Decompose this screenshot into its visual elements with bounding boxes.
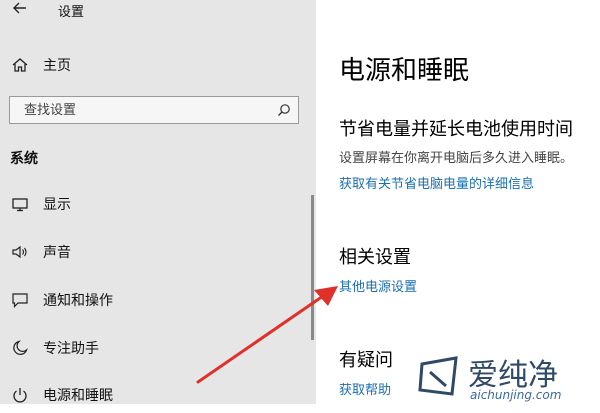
battery-section-title: 节省电量并延长电池使用时间	[339, 119, 573, 140]
main-content: 电源和睡眠 节省电量并延长电池使用时间 设置屏幕在你离开电脑后多久进入睡眠。 获…	[316, 0, 600, 404]
watermark-url: aichunjing.com	[470, 388, 562, 402]
sidebar-item-label: 显示	[43, 197, 71, 213]
battery-section-description: 设置屏幕在你离开电脑后多久进入睡眠。	[339, 151, 574, 166]
group-header-system: 系统	[10, 151, 38, 167]
battery-details-link[interactable]: 获取有关节省电脑电量的详细信息	[339, 173, 534, 192]
home-icon	[12, 58, 28, 72]
search-box[interactable]	[9, 96, 299, 124]
annotation-arrow-icon	[196, 286, 338, 384]
sidebar-item-label: 电源和睡眠	[43, 388, 113, 404]
page-title: 电源和睡眠	[339, 56, 470, 86]
search-icon[interactable]	[277, 103, 291, 117]
watermark: 爱纯净 aichunjing.com	[416, 350, 600, 404]
related-settings-title: 相关设置	[339, 247, 411, 268]
sidebar-item-label: 主页	[43, 58, 71, 74]
sidebar-item-display[interactable]: 显示	[0, 186, 316, 222]
sidebar-item-home[interactable]: 主页	[0, 47, 316, 83]
search-input[interactable]	[10, 97, 284, 123]
back-arrow-icon[interactable]	[10, 0, 30, 16]
sidebar-item-label: 声音	[43, 245, 71, 261]
watermark-logo-icon	[418, 356, 458, 396]
moon-icon	[13, 340, 28, 355]
monitor-icon	[12, 198, 28, 212]
other-power-settings-link[interactable]: 其他电源设置	[339, 276, 417, 295]
speaker-icon	[12, 245, 27, 259]
power-icon	[13, 388, 27, 403]
notification-icon	[12, 293, 28, 308]
app-title: 设置	[58, 5, 85, 20]
sidebar-item-label: 专注助手	[43, 341, 99, 357]
sidebar-item-label: 通知和操作	[43, 293, 113, 309]
sidebar-item-sound[interactable]: 声音	[0, 234, 316, 270]
